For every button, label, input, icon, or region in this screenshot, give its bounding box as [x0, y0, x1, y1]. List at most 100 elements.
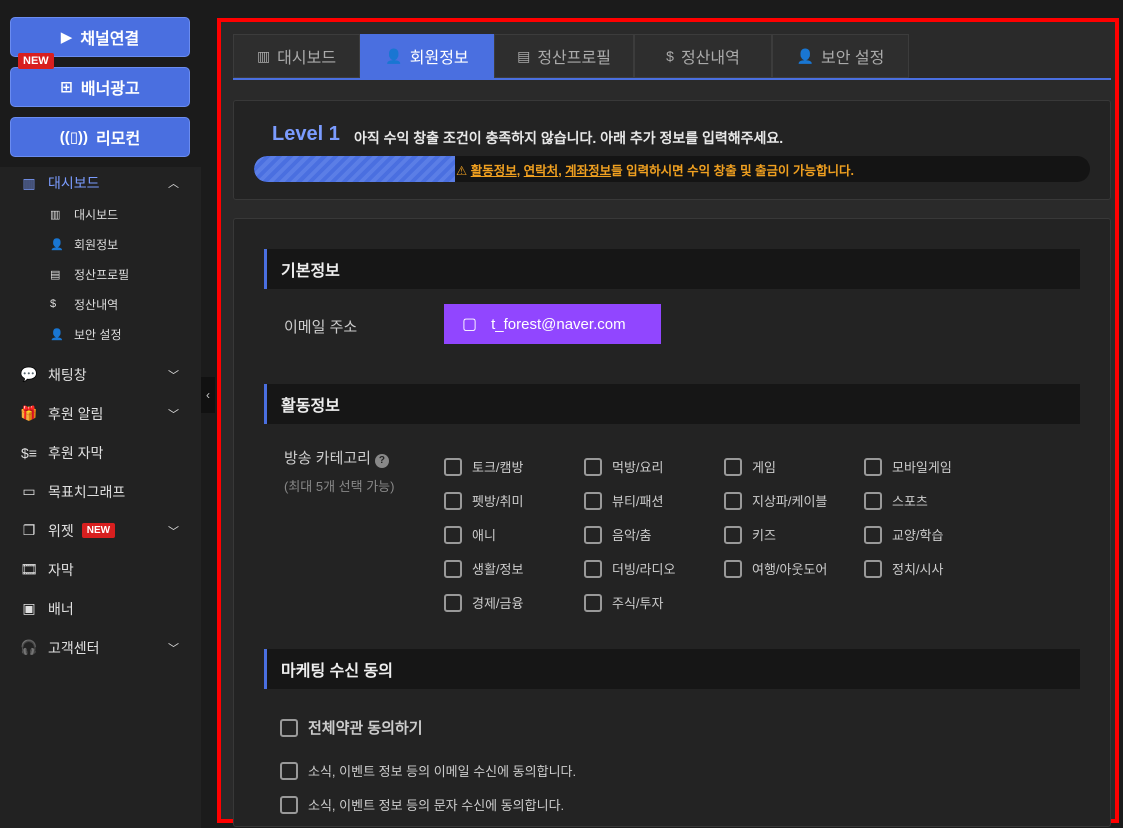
- separator: ,: [558, 164, 562, 178]
- agree-all-checkbox[interactable]: 전체약관 동의하기: [280, 717, 423, 738]
- checkbox-box[interactable]: [724, 525, 742, 544]
- sub-item-security[interactable]: 👤 보안 설정: [0, 319, 201, 349]
- checkbox-box[interactable]: [864, 559, 882, 578]
- level-title: Level 1: [272, 123, 340, 145]
- checkbox-box[interactable]: [280, 761, 298, 780]
- category-checkbox[interactable]: 모바일게임: [864, 457, 952, 476]
- sub-item-member-info[interactable]: 👤 회원정보: [0, 229, 201, 259]
- tab-label: 정산내역: [680, 50, 740, 67]
- link-account-info[interactable]: 계좌정보: [565, 164, 611, 178]
- tab-label: 보안 설정: [821, 50, 885, 67]
- link-activity-info[interactable]: 활동정보: [471, 164, 517, 178]
- category-label: 애니: [472, 528, 496, 543]
- sidebar-item-support[interactable]: 🎧 고객센터 ﹀: [0, 628, 201, 667]
- help-icon[interactable]: ?: [374, 454, 389, 468]
- checkbox-box[interactable]: [444, 525, 462, 544]
- channel-connect-button[interactable]: ▶ 채널연결: [10, 17, 190, 57]
- checkbox-box[interactable]: [584, 457, 602, 476]
- email-twitch-field[interactable]: ▢ t_forest@naver.com: [444, 304, 661, 344]
- sub-item-settlement-history[interactable]: $ 정산내역: [0, 289, 201, 319]
- chevron-down-icon: ﹀: [168, 408, 179, 421]
- checkbox-box[interactable]: [584, 559, 602, 578]
- tab-security[interactable]: 👤 보안 설정: [772, 34, 909, 78]
- sidebar-item-donation-alert[interactable]: 🎁 후원 알림 ﹀: [0, 394, 201, 433]
- sidebar-collapse-button[interactable]: ‹: [201, 377, 215, 413]
- sidebar-item-dashboard[interactable]: ▥ 대시보드 ︿: [0, 167, 201, 199]
- category-checkbox[interactable]: 먹방/요리: [584, 457, 663, 476]
- checkbox-box[interactable]: [584, 491, 602, 510]
- checkbox-box[interactable]: [584, 593, 602, 612]
- category-label: 정치/시사: [892, 562, 944, 577]
- category-label-text: 방송 카테고리: [284, 450, 371, 467]
- member-info-form: 기본정보 이메일 주소 ▢ t_forest@naver.com 활동정보 방송…: [233, 218, 1111, 827]
- money-hand-icon: $: [666, 48, 674, 64]
- tab-dashboard[interactable]: ▥ 대시보드: [233, 34, 360, 78]
- widget-new-badge: NEW: [81, 523, 116, 538]
- sidebar-item-donation-subtitle[interactable]: $≡ 후원 자막: [0, 433, 201, 472]
- category-checkbox[interactable]: 교양/학습: [864, 525, 943, 544]
- sidebar-item-label: 후원 자막: [48, 444, 104, 461]
- category-label: 지상파/케이블: [752, 494, 828, 509]
- sidebar-item-chat[interactable]: 💬 채팅창 ﹀: [0, 355, 201, 394]
- chart-icon: ▥: [22, 174, 36, 191]
- sub-item-settlement-profile[interactable]: ▤ 정산프로필: [0, 259, 201, 289]
- checkbox-box[interactable]: [584, 525, 602, 544]
- category-checkbox[interactable]: 경제/금융: [444, 593, 523, 612]
- tab-settlement-profile[interactable]: ▤ 정산프로필: [494, 34, 634, 78]
- checkbox-box[interactable]: [724, 559, 742, 578]
- checkbox-box[interactable]: [864, 457, 882, 476]
- remote-label: 리모컨: [96, 131, 141, 148]
- category-checkbox[interactable]: 게임: [724, 457, 776, 476]
- category-checkbox[interactable]: 스포츠: [864, 491, 928, 510]
- checkbox-box[interactable]: [864, 491, 882, 510]
- category-checkbox[interactable]: 펫방/취미: [444, 491, 523, 510]
- sidebar-item-banner[interactable]: ▣ 배너: [0, 589, 201, 628]
- checkbox-box[interactable]: [724, 457, 742, 476]
- sidebar-item-label: 대시보드: [48, 175, 100, 191]
- chevron-left-icon: ‹: [206, 388, 210, 402]
- category-checkbox[interactable]: 뷰티/패션: [584, 491, 663, 510]
- checkbox-box[interactable]: [280, 795, 298, 814]
- checkbox-box[interactable]: [444, 491, 462, 510]
- link-contact[interactable]: 연락처: [524, 164, 559, 178]
- checkbox-box[interactable]: [444, 559, 462, 578]
- sidebar-item-subtitle[interactable]: 🎞 자막: [0, 550, 201, 589]
- category-checkbox[interactable]: 주식/투자: [584, 593, 663, 612]
- category-label: 교양/학습: [892, 528, 944, 543]
- checkbox-box[interactable]: [864, 525, 882, 544]
- category-checkbox[interactable]: 더빙/라디오: [584, 559, 675, 578]
- banner-ad-button[interactable]: ⊞ 배너광고: [10, 67, 190, 107]
- sidebar-top: ▶ 채널연결 NEW ⊞ 배너광고 ((▯)) 리모컨: [0, 0, 201, 167]
- email-label: 이메일 주소: [284, 319, 358, 336]
- level-status-box: Level 1 아직 수익 창출 조건이 충족하지 않습니다. 아래 추가 정보…: [233, 100, 1111, 200]
- email-agree-checkbox[interactable]: 소식, 이벤트 정보 등의 이메일 수신에 동의합니다.: [280, 761, 576, 780]
- checkbox-box[interactable]: [280, 718, 298, 737]
- category-checkbox[interactable]: 음악/춤: [584, 525, 652, 544]
- id-card-icon: ▤: [50, 268, 61, 281]
- tab-settlement-history[interactable]: $ 정산내역: [634, 34, 772, 78]
- category-checkbox[interactable]: 토크/캠방: [444, 457, 523, 476]
- category-label: 방송 카테고리?: [284, 447, 389, 468]
- id-card-icon: ▤: [517, 47, 531, 64]
- category-checkbox[interactable]: 정치/시사: [864, 559, 943, 578]
- level-message: 아직 수익 창출 조건이 충족하지 않습니다. 아래 추가 정보를 입력해주세요…: [354, 130, 784, 146]
- sms-agree-checkbox[interactable]: 소식, 이벤트 정보 등의 문자 수신에 동의합니다.: [280, 795, 564, 814]
- sidebar-item-widget[interactable]: ❐ 위젯 NEW ﹀: [0, 511, 201, 550]
- category-checkbox[interactable]: 키즈: [724, 525, 776, 544]
- category-checkbox[interactable]: 여행/아웃도어: [724, 559, 827, 578]
- remote-button[interactable]: ((▯)) 리모컨: [10, 117, 190, 157]
- sidebar-item-goal-graph[interactable]: ▭ 목표치그래프: [0, 472, 201, 511]
- tab-member-info[interactable]: 👤 회원정보: [360, 34, 494, 78]
- checkbox-box[interactable]: [444, 593, 462, 612]
- checkbox-box[interactable]: [444, 457, 462, 476]
- sidebar: ▶ 채널연결 NEW ⊞ 배너광고 ((▯)) 리모컨 ▥ 대시보드 ︿ ▥ 대…: [0, 0, 201, 828]
- main-panel: ▥ 대시보드 👤 회원정보 ▤ 정산프로필 $ 정산내역 👤 보안 설정 Lev…: [217, 18, 1119, 827]
- sub-item-label: 대시보드: [74, 207, 119, 222]
- progress-note-rest: 들 입력하시면 수익 창출 및 출금이 가능합니다.: [611, 164, 854, 178]
- category-checkbox[interactable]: 지상파/케이블: [724, 491, 827, 510]
- category-checkbox[interactable]: 애니: [444, 525, 496, 544]
- film-icon: 🎞: [20, 561, 38, 577]
- checkbox-box[interactable]: [724, 491, 742, 510]
- category-checkbox[interactable]: 생활/정보: [444, 559, 523, 578]
- sub-item-dashboard[interactable]: ▥ 대시보드: [0, 199, 201, 229]
